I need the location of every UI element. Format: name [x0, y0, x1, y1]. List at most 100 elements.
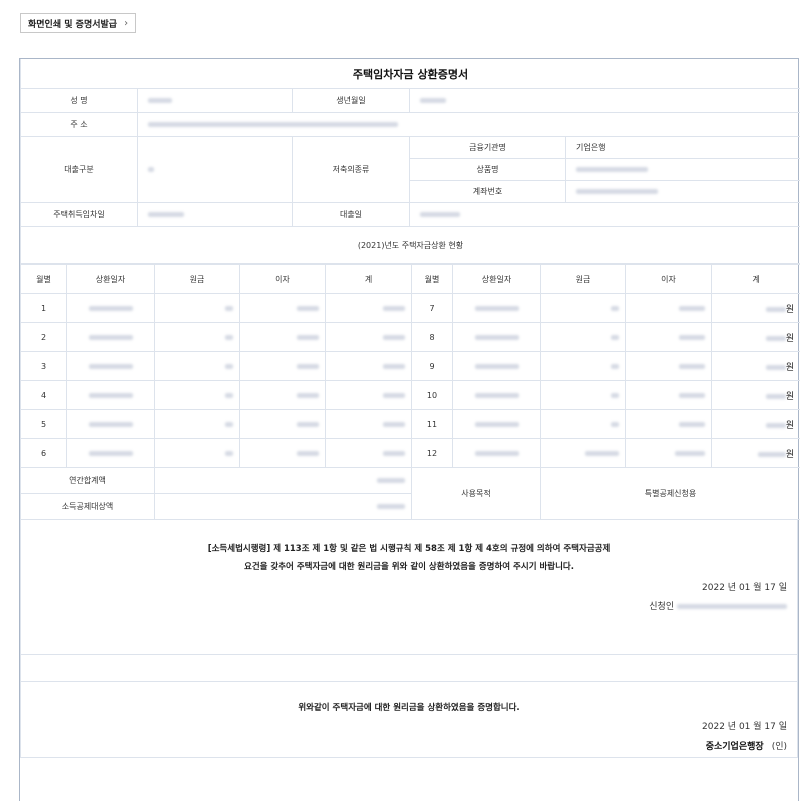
certification-date: 2022 년 01 월 17 일	[702, 722, 787, 732]
total-cell	[325, 322, 412, 352]
name-label: 성 명	[20, 88, 138, 113]
table-row: 4 10 원	[20, 380, 800, 410]
deduction-amount-label: 소득공제대상액	[20, 493, 155, 520]
loan-type-value	[137, 136, 293, 203]
total-cell	[325, 351, 412, 381]
date-cell	[452, 293, 541, 323]
table-row: 6 12 원	[20, 438, 800, 468]
statement-line-2: 요건을 갖추어 주택자금에 대한 원리금을 위와 같이 상환하였음을 증명하여 …	[244, 562, 574, 572]
col-principal-left: 원금	[154, 264, 240, 294]
principal-cell	[154, 380, 240, 410]
total-cell: 원	[711, 409, 800, 439]
table-row: 1 7 원	[20, 293, 800, 323]
col-month-left: 월별	[20, 264, 67, 294]
interest-cell	[239, 438, 326, 468]
total-cell	[325, 409, 412, 439]
month-cell: 1	[20, 293, 67, 323]
issuer-name: 중소기업은행장	[705, 742, 764, 752]
date-cell	[66, 351, 155, 381]
date-cell	[452, 351, 541, 381]
date-cell	[66, 293, 155, 323]
principal-cell	[154, 438, 240, 468]
loan-date-value	[409, 202, 800, 227]
principal-cell	[540, 409, 626, 439]
won-unit: 원	[785, 420, 794, 431]
print-certificate-button[interactable]: 화면인쇄 및 증명서발급 ›	[20, 13, 137, 33]
col-date-left: 상환일자	[66, 264, 155, 294]
principal-cell	[540, 351, 626, 381]
won-unit: 원	[785, 304, 794, 315]
birth-value	[409, 88, 800, 113]
month-cell: 3	[20, 351, 67, 381]
interest-cell	[239, 293, 326, 323]
total-cell	[325, 380, 412, 410]
interest-cell	[625, 293, 712, 323]
month-cell: 10	[411, 380, 453, 410]
application-date: 2022 년 01 월 17 일	[702, 583, 787, 593]
date-cell	[452, 409, 541, 439]
name-value	[137, 88, 293, 113]
document-title: 주택임차자금 상환증명서	[20, 59, 800, 89]
month-cell: 5	[20, 409, 67, 439]
month-cell: 6	[20, 438, 67, 468]
won-unit: 원	[785, 449, 794, 460]
statement-line-1: [소득세법시행령] 제 113조 제 1항 및 같은 법 시행규칙 제 58조 …	[207, 544, 611, 554]
interest-cell	[625, 380, 712, 410]
table-row: 2 8 원	[20, 322, 800, 352]
interest-cell	[239, 351, 326, 381]
interest-cell	[239, 409, 326, 439]
account-value	[565, 180, 800, 203]
info-table: 주택임차자금 상환증명서 성 명 생년월일 주 소 대출구분 저축의종류 금융기…	[20, 59, 800, 264]
month-cell: 9	[411, 351, 453, 381]
interest-cell	[625, 351, 712, 381]
application-statement: [소득세법시행령] 제 113조 제 1항 및 같은 법 시행규칙 제 58조 …	[21, 520, 797, 655]
month-cell: 7	[411, 293, 453, 323]
total-cell	[325, 438, 412, 468]
date-cell	[66, 438, 155, 468]
won-unit: 원	[785, 391, 794, 402]
interest-cell	[625, 322, 712, 352]
principal-cell	[540, 322, 626, 352]
chevron-right-icon: ›	[124, 17, 129, 29]
product-value	[565, 158, 800, 181]
col-interest-left: 이자	[239, 264, 326, 294]
won-unit: 원	[785, 333, 794, 344]
principal-cell	[540, 380, 626, 410]
annual-total-label: 연간합계액	[20, 467, 155, 494]
certificate-document: 주택임차자금 상환증명서 성 명 생년월일 주 소 대출구분 저축의종류 금융기…	[19, 58, 800, 801]
month-cell: 11	[411, 409, 453, 439]
total-cell: 원	[711, 438, 800, 468]
principal-cell	[154, 351, 240, 381]
month-cell: 4	[20, 380, 67, 410]
date-cell	[452, 438, 541, 468]
deduction-amount-value	[154, 493, 412, 520]
print-certificate-label: 화면인쇄 및 증명서발급	[28, 19, 118, 30]
principal-cell	[154, 409, 240, 439]
purpose-value: 특별공제신청용	[540, 467, 800, 520]
issuer: 중소기업은행장 (인)	[706, 739, 787, 752]
month-cell: 2	[20, 322, 67, 352]
applicant: 신청인	[649, 599, 787, 612]
interest-cell	[239, 380, 326, 410]
repayment-table: 월별 상환일자 원금 이자 계 월별 상환일자 원금 이자 계 1 7 원 2	[20, 264, 800, 520]
account-label: 계좌번호	[409, 180, 566, 203]
total-cell: 원	[711, 293, 800, 323]
interest-cell	[625, 438, 712, 468]
interest-cell	[625, 409, 712, 439]
principal-cell	[540, 438, 626, 468]
table-row: 3 9 원	[20, 351, 800, 381]
savings-type-label: 저축의종류	[292, 136, 410, 203]
date-cell	[452, 322, 541, 352]
total-cell	[325, 293, 412, 323]
col-date-right: 상환일자	[452, 264, 541, 294]
applicant-value	[677, 604, 787, 609]
col-total-right: 계	[711, 264, 800, 294]
loan-date-label: 대출일	[292, 202, 410, 227]
principal-cell	[154, 293, 240, 323]
address-value	[137, 112, 800, 137]
purpose-label: 사용목적	[411, 467, 541, 520]
col-interest-right: 이자	[625, 264, 712, 294]
seal-mark: (인)	[771, 742, 787, 752]
interest-cell	[239, 322, 326, 352]
month-cell: 8	[411, 322, 453, 352]
